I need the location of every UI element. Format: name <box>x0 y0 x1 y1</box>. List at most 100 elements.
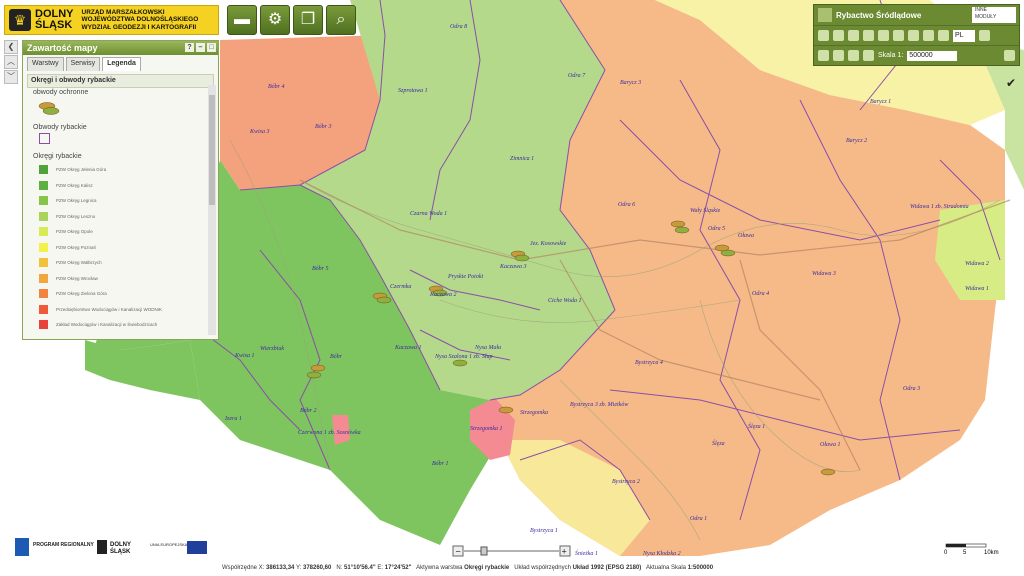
other-modules-button[interactable]: INNE MODUŁY <box>972 7 1016 23</box>
refresh-icon[interactable] <box>908 30 919 41</box>
legend-district-item: PZW Okręg Opole <box>27 224 205 240</box>
district-color-swatch <box>39 242 48 252</box>
legend-district-item: PZW Okręg Zielona Góra <box>27 286 205 302</box>
print-icon[interactable] <box>848 50 859 61</box>
legend-scrollbar[interactable] <box>208 85 216 335</box>
tools-button[interactable]: ⚙ <box>260 5 290 35</box>
scrollbar-thumb[interactable] <box>209 95 215 205</box>
scale-bar-graphic: 0 5 10km <box>944 543 999 556</box>
lat-value: 51°10'56.4" <box>344 565 376 571</box>
map-label: Odra 7 <box>568 73 586 79</box>
ruler-icon[interactable] <box>833 50 844 61</box>
legend-district-item: PZW Okręg Wrocław <box>27 271 205 287</box>
logo-ds-line1: DOLNY <box>110 542 131 548</box>
map-label: Śnieżka 1 <box>575 549 598 557</box>
current-scale-label: Aktualna Skala <box>645 565 687 571</box>
collapse-left-button[interactable]: ❮ <box>4 40 18 54</box>
scale-tick-10: 10km <box>984 550 999 556</box>
measure-icon[interactable] <box>863 50 874 61</box>
map-label: Widawa 3 <box>812 271 836 277</box>
open-folder-button[interactable]: ▬ <box>227 5 257 35</box>
minimize-button[interactable]: – <box>196 43 205 52</box>
map-label: Kaczawa 1 <box>394 345 422 351</box>
tab-legend[interactable]: Legenda <box>102 57 141 71</box>
district-color-swatch <box>39 227 48 237</box>
legend-circuits-label: Obwody rybackie <box>33 124 87 131</box>
maximize-button[interactable]: □ <box>207 43 216 52</box>
header-logo[interactable]: ♛ DOLNY ŚLĄSK URZĄD MARSZAŁKOWSKI WOJEWÓ… <box>4 5 219 35</box>
map-tools-row: PL <box>814 25 1019 45</box>
pan-hand-icon[interactable] <box>818 30 829 41</box>
map-label: Kwisa 3 <box>249 129 270 135</box>
scale-bar: 0 5 10km <box>944 542 1004 556</box>
back-arrow-icon[interactable] <box>878 30 889 41</box>
map-label: Bystrzyca 1 <box>530 528 558 534</box>
legend-district-list: PZW Okręg Jelenia Góra PZW Okręg Kalisz PZ… <box>27 162 205 333</box>
map-label: Odra 4 <box>752 290 769 297</box>
legend-district-item: PZW Okręg Leszno <box>27 209 205 225</box>
info-icon[interactable] <box>923 30 934 41</box>
district-label: PZW Okręg Wałbrzych <box>56 260 102 266</box>
language-select[interactable]: PL <box>953 29 975 42</box>
question-icon: ? <box>187 44 192 51</box>
district-color-swatch <box>39 273 48 283</box>
windows-button[interactable]: ❐ <box>293 5 323 35</box>
district-label: PZW Okręg Legnica <box>56 198 97 204</box>
map-label: Bóbr 5 <box>312 266 329 272</box>
checkmark-icon[interactable]: ✔ <box>1006 76 1016 90</box>
map-label: Nysa Kłodzka 2 <box>642 551 681 557</box>
forward-arrow-icon[interactable] <box>893 30 904 41</box>
legend-district-item: PZW Okręg Wałbrzych <box>27 255 205 271</box>
download-icon[interactable] <box>938 30 949 41</box>
map-label: Widawa 1 <box>965 286 989 292</box>
legend-body: obwody ochronne Obwody rybackie Okręgi r… <box>27 85 205 335</box>
map-label: Ślęza 1 <box>748 422 765 430</box>
district-color-swatch <box>39 258 48 268</box>
map-label: Bystrzyca 2 <box>612 479 640 485</box>
logo-office: URZĄD MARSZAŁKOWSKI WOJEWÓDZTWA DOLNOŚLĄ… <box>82 9 199 32</box>
scale-input[interactable]: 500000 <box>907 50 958 61</box>
coat-of-arms-icon: ♛ <box>9 9 31 31</box>
map-label: Barycz 1 <box>870 99 891 105</box>
zoom-in-icon[interactable] <box>833 30 844 41</box>
coord-y-label: Y: <box>295 565 302 571</box>
lon-label: E: <box>377 565 384 571</box>
chevron-down-icon: ﹀ <box>7 72 15 81</box>
legend-district-item: PZW Okręg Poznań <box>27 240 205 256</box>
help-circle-icon[interactable] <box>979 30 990 41</box>
lat-label: N: <box>336 565 343 571</box>
map-label: Oława <box>738 233 754 239</box>
district-color-swatch <box>39 320 48 330</box>
zoom-slider[interactable]: − + <box>452 545 572 557</box>
legend-protected-label: obwody ochronne <box>33 89 89 96</box>
panel-title: Zawartość mapy <box>27 43 98 53</box>
map-label: Bóbr 3 <box>315 124 332 130</box>
zoom-handle[interactable] <box>480 546 488 556</box>
coord-x: 386133,34 <box>266 565 295 571</box>
pencil-icon[interactable] <box>818 50 829 61</box>
zoom-extent-icon[interactable] <box>863 30 874 41</box>
map-label: Widawa 1 zb. Stradomia <box>910 204 969 210</box>
scale-label: Skala 1: <box>878 52 904 59</box>
active-layer: Okręgi rybackie <box>464 565 510 571</box>
map-label: Czarna Woda 1 <box>410 211 447 217</box>
legend-circuits-symbol <box>27 133 205 149</box>
wrench-icon[interactable] <box>1004 50 1015 61</box>
help-button[interactable]: ? <box>185 43 194 52</box>
logo-brand: DOLNY ŚLĄSK <box>35 9 74 31</box>
coord-x-label: Współrzędne X: <box>222 565 265 571</box>
zoom-out-icon[interactable] <box>848 30 859 41</box>
program-logo-mark <box>15 538 29 556</box>
map-label: Odra 8 <box>450 24 467 30</box>
legend-district-item: PZW Okręg Jelenia Góra <box>27 162 205 178</box>
map-label: Strzegomka <box>520 410 548 416</box>
map-label: Zimnica 1 <box>510 156 534 162</box>
tab-layers[interactable]: Warstwy <box>27 57 64 71</box>
expand-down-button[interactable]: ﹀ <box>4 70 18 84</box>
tab-services[interactable]: Serwisy <box>65 57 101 71</box>
district-label: Przedsiębiorstwo Wodociągów i Kanalizacj… <box>56 306 162 312</box>
expand-up-button[interactable]: ︿ <box>4 55 18 69</box>
search-button[interactable]: ⌕ <box>326 5 356 35</box>
scale-row: Skala 1: 500000 <box>814 45 1019 65</box>
map-label: Kaczawa 3 <box>499 264 527 270</box>
